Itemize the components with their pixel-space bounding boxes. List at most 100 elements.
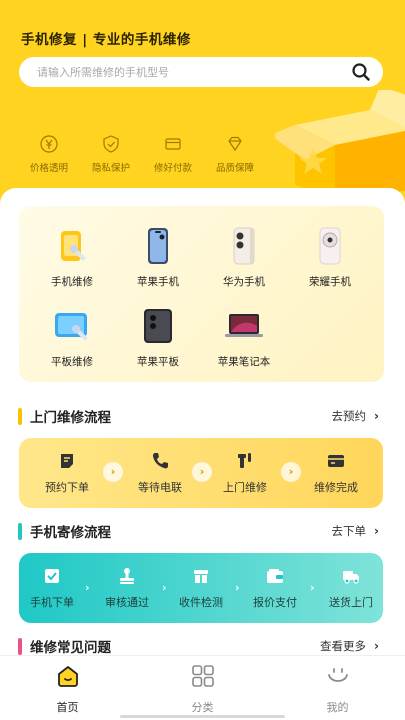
step-label: 预约下单: [45, 481, 89, 494]
book-link[interactable]: 去预约: [332, 408, 367, 424]
flow-step: 维修完成: [303, 438, 369, 508]
step-label: 报价支付: [253, 596, 297, 609]
feature-label: 隐私保护: [91, 163, 130, 174]
order-icon: [61, 454, 73, 468]
step-label: 送货上门: [329, 596, 373, 609]
section-title: 维修常见问题: [30, 640, 111, 656]
category-label: 苹果平板: [137, 356, 179, 368]
category-macbook[interactable]: 苹果笔记本: [204, 306, 284, 369]
feature-privacy: 隐私保护: [80, 134, 142, 174]
feature-quality: 品质保障: [204, 134, 266, 174]
stamp-icon: [120, 568, 134, 584]
arrow-icon: ›: [103, 462, 123, 482]
feature-label: 品质保障: [215, 163, 254, 174]
section-accent-bar: [18, 637, 22, 655]
shield-check-icon: [103, 135, 119, 153]
arrow-icon: ›: [192, 462, 212, 482]
tool-icon: [238, 453, 251, 468]
onsite-flow-card: 预约下单 › 等待电联 › 上门维修 › 维修完成: [19, 438, 383, 508]
gift-box-illustration: [275, 90, 405, 200]
section-title: 手机寄修流程: [30, 525, 111, 541]
section-title: 上门维修流程: [30, 410, 111, 426]
feature-label: 修好付款: [153, 163, 192, 174]
phone-call-icon: [153, 453, 168, 469]
tablet-repair-icon: [55, 313, 88, 341]
step-label: 收件检测: [179, 596, 223, 609]
bottom-tab-bar: 首页 分类 我的: [0, 655, 405, 720]
flow-step: 审核通过: [97, 553, 157, 623]
category-phone-repair[interactable]: 手机维修: [32, 226, 112, 289]
arrow-icon: ›: [235, 581, 240, 594]
phone-repair-icon: [61, 231, 86, 261]
diamond-icon: [228, 136, 242, 152]
feature-price: 价格透明: [18, 134, 80, 174]
box-icon: [194, 570, 208, 583]
category-label: 手机维修: [51, 276, 93, 288]
home-indicator: [120, 715, 285, 718]
category-label: 苹果手机: [137, 276, 179, 288]
huawei-phone-icon: [233, 227, 255, 265]
arrow-icon: ›: [281, 462, 301, 482]
flow-step: 送货上门: [321, 553, 381, 623]
tab-label: 首页: [56, 701, 79, 714]
card-icon: [165, 138, 181, 150]
flow-step: 手机下单: [23, 553, 81, 623]
check-doc-icon: [45, 569, 59, 583]
tab-category[interactable]: 分类: [135, 656, 270, 720]
honor-phone-icon: [319, 227, 341, 265]
order-link[interactable]: 去下单: [332, 523, 367, 539]
flow-step: 等待电联: [125, 438, 195, 508]
tab-label: 分类: [191, 701, 214, 714]
category-label: 苹果笔记本: [217, 356, 271, 368]
category-card: 手机维修 苹果手机 华为手机 荣耀手机 平板维修 苹果平板 苹果笔记本: [19, 206, 384, 382]
category-tablet-repair[interactable]: 平板维修: [32, 306, 112, 369]
ipad-icon: [144, 309, 172, 343]
macbook-icon: [225, 314, 263, 337]
section-mail-header: 手机寄修流程 去下单 ›: [18, 521, 386, 541]
smile-icon: [327, 668, 348, 682]
flow-step: 上门维修: [215, 438, 275, 508]
search-icon[interactable]: [351, 62, 371, 82]
flow-step: 报价支付: [245, 553, 305, 623]
arrow-icon: ›: [162, 581, 167, 594]
search-bar[interactable]: 请输入所需维修的手机型号: [19, 57, 383, 87]
flow-step: 收件检测: [171, 553, 231, 623]
category-iphone[interactable]: 苹果手机: [118, 226, 198, 289]
tab-home[interactable]: 首页: [0, 656, 135, 720]
feature-list: 价格透明 隐私保护 修好付款 品质保障: [18, 134, 268, 174]
truck-icon: [343, 571, 359, 584]
arrow-icon: ›: [85, 581, 90, 594]
category-ipad[interactable]: 苹果平板: [118, 306, 198, 369]
category-label: 华为手机: [223, 276, 265, 288]
arrow-icon: ›: [310, 581, 315, 594]
wallet-icon: [267, 569, 283, 583]
flow-step: 预约下单: [37, 438, 97, 508]
category-honor[interactable]: 荣耀手机: [290, 226, 370, 289]
hero-banner: 手机修复 | 专业的手机维修 请输入所需维修的手机型号 价格透明 隐私保护 修好…: [0, 0, 405, 215]
step-label: 等待电联: [138, 481, 182, 494]
section-onsite-header: 上门维修流程 去预约 ›: [18, 406, 386, 426]
step-label: 维修完成: [314, 481, 358, 494]
step-label: 审核通过: [105, 596, 149, 609]
view-more-link[interactable]: 查看更多: [320, 638, 366, 654]
chevron-right-icon[interactable]: ›: [374, 409, 386, 423]
section-accent-bar: [18, 522, 22, 540]
slogan: 手机修复 | 专业的手机维修: [21, 32, 191, 48]
category-huawei[interactable]: 华为手机: [204, 226, 284, 289]
search-input[interactable]: 请输入所需维修的手机型号: [37, 64, 351, 80]
tab-mine[interactable]: 我的: [270, 656, 405, 720]
chevron-right-icon[interactable]: ›: [374, 524, 386, 538]
step-label: 手机下单: [30, 596, 74, 609]
step-label: 上门维修: [223, 481, 267, 494]
feature-label: 价格透明: [29, 163, 68, 174]
iphone-icon: [148, 228, 168, 264]
grid-icon: [191, 665, 214, 687]
section-accent-bar: [18, 407, 22, 425]
category-label: 平板维修: [51, 356, 93, 368]
feature-payment: 修好付款: [142, 134, 204, 174]
mail-flow-card: 手机下单 › 审核通过 › 收件检测 › 报价支付 › 送货上门: [19, 553, 383, 623]
chevron-right-icon[interactable]: ›: [374, 639, 386, 653]
tab-label: 我的: [326, 701, 349, 714]
yen-icon: [40, 135, 58, 153]
section-faq-header: 维修常见问题 查看更多 ›: [18, 636, 386, 656]
